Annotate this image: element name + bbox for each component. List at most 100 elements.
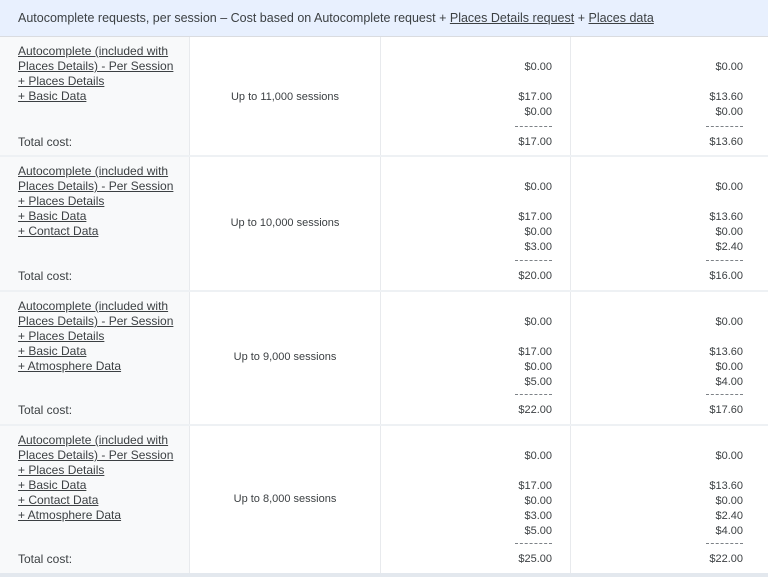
total-value: $22.00 [709, 553, 743, 565]
price-value: $0.00 [715, 450, 743, 462]
price-value: $3.00 [524, 241, 552, 253]
sessions-text: Up to 9,000 sessions [233, 351, 337, 363]
price-value: $3.00 [524, 510, 552, 522]
price-value: $0.00 [715, 316, 743, 328]
price-value: $17.00 [518, 480, 552, 492]
table-bottom-border [0, 573, 768, 577]
price-lines: $0.00 $17.00 $0.00 $5.00 [518, 315, 552, 390]
total-value: $17.00 [518, 136, 552, 148]
places-details-request-link[interactable]: Places Details request [450, 11, 574, 25]
sku-link-basic-data[interactable]: + Basic Data [18, 89, 178, 104]
sum-divider [515, 260, 552, 261]
total-value: $13.60 [709, 136, 743, 148]
sku-link-basic-data[interactable]: + Basic Data [18, 209, 178, 224]
price-cell-tier1: $0.00 $17.00 $0.00 $5.00 $22.00 [381, 292, 571, 425]
sessions-text: Up to 8,000 sessions [233, 493, 337, 505]
sku-list: Autocomplete (included with Places Detai… [18, 164, 178, 239]
price-value: $4.00 [715, 376, 743, 388]
sessions-cell: Up to 11,000 sessions [190, 37, 381, 156]
price-value: $0.00 [524, 361, 552, 373]
price-lines: $0.00 $17.00 $0.00 [518, 60, 552, 120]
sessions-text: Up to 10,000 sessions [230, 217, 340, 229]
sku-link-atmosphere-data[interactable]: + Atmosphere Data [18, 359, 178, 374]
sku-cell: Autocomplete (included with Places Detai… [0, 426, 190, 573]
sku-cell: Autocomplete (included with Places Detai… [0, 292, 190, 425]
sku-cell: Autocomplete (included with Places Detai… [0, 157, 190, 291]
price-value: $17.00 [518, 211, 552, 223]
sessions-cell: Up to 8,000 sessions [190, 426, 381, 573]
sku-link-places-details[interactable]: + Places Details [18, 194, 178, 209]
sku-link-places-details[interactable]: + Places Details [18, 463, 178, 478]
price-cell-tier1: $0.00 $17.00 $0.00 $3.00 $5.00 $25.00 [381, 426, 571, 573]
price-value: $2.40 [715, 241, 743, 253]
price-value: $13.60 [709, 211, 743, 223]
sum-divider [515, 126, 552, 127]
price-value: $0.00 [524, 316, 552, 328]
price-lines: $0.00 $13.60 $0.00 $4.00 [709, 315, 743, 390]
pricing-row: Autocomplete (included with Places Detai… [0, 292, 768, 425]
sku-link-basic-data[interactable]: + Basic Data [18, 344, 178, 359]
sku-link-autocomplete[interactable]: Autocomplete (included with Places Detai… [18, 433, 178, 463]
price-value: $0.00 [715, 361, 743, 373]
price-lines: $0.00 $13.60 $0.00 [709, 60, 743, 120]
sku-link-autocomplete[interactable]: Autocomplete (included with Places Detai… [18, 299, 178, 329]
total-value: $16.00 [709, 270, 743, 282]
sku-link-places-details[interactable]: + Places Details [18, 329, 178, 344]
section-header: Autocomplete requests, per session – Cos… [0, 0, 768, 37]
sessions-text: Up to 11,000 sessions [230, 91, 340, 103]
pricing-page: Autocomplete requests, per session – Cos… [0, 0, 768, 577]
sku-link-places-details[interactable]: + Places Details [18, 74, 178, 89]
pricing-row: Autocomplete (included with Places Detai… [0, 37, 768, 156]
sku-list: Autocomplete (included with Places Detai… [18, 299, 178, 374]
total-cost-label: Total cost: [18, 269, 73, 283]
total-cost-label: Total cost: [18, 552, 73, 566]
header-text: Autocomplete requests, per session – Cos… [18, 11, 450, 25]
price-cell-tier2: $0.00 $13.60 $0.00 $2.40 $4.00 $22.00 [571, 426, 768, 573]
price-value: $0.00 [524, 226, 552, 238]
sum-divider [706, 543, 743, 544]
sessions-cell: Up to 9,000 sessions [190, 292, 381, 425]
price-value: $5.00 [524, 525, 552, 537]
total-value: $25.00 [518, 553, 552, 565]
price-value: $0.00 [524, 450, 552, 462]
total-cost-label: Total cost: [18, 135, 73, 149]
price-cell-tier2: $0.00 $13.60 $0.00 $2.40 $16.00 [571, 157, 768, 291]
price-value: $5.00 [524, 376, 552, 388]
sum-divider [515, 543, 552, 544]
price-value: $0.00 [524, 181, 552, 193]
sku-link-contact-data[interactable]: + Contact Data [18, 493, 178, 508]
price-value: $17.00 [518, 91, 552, 103]
sku-list: Autocomplete (included with Places Detai… [18, 433, 178, 523]
price-lines: $0.00 $17.00 $0.00 $3.00 [518, 180, 552, 255]
price-lines: $0.00 $13.60 $0.00 $2.40 $4.00 [709, 449, 743, 539]
price-value: $2.40 [715, 510, 743, 522]
header-joiner: + [574, 11, 589, 25]
price-lines: $0.00 $13.60 $0.00 $2.40 [709, 180, 743, 255]
sum-divider [706, 260, 743, 261]
price-value: $13.60 [709, 91, 743, 103]
price-value: $0.00 [715, 181, 743, 193]
sum-divider [706, 394, 743, 395]
sum-divider [515, 394, 552, 395]
pricing-row: Autocomplete (included with Places Detai… [0, 426, 768, 573]
places-data-link[interactable]: Places data [588, 11, 653, 25]
sku-link-atmosphere-data[interactable]: + Atmosphere Data [18, 508, 178, 523]
price-value: $4.00 [715, 525, 743, 537]
price-value: $17.00 [518, 346, 552, 358]
price-value: $13.60 [709, 480, 743, 492]
sku-list: Autocomplete (included with Places Detai… [18, 44, 178, 104]
sku-cell: Autocomplete (included with Places Detai… [0, 37, 190, 156]
total-value: $17.60 [709, 404, 743, 416]
total-value: $22.00 [518, 404, 552, 416]
sku-link-autocomplete[interactable]: Autocomplete (included with Places Detai… [18, 164, 178, 194]
sku-link-autocomplete[interactable]: Autocomplete (included with Places Detai… [18, 44, 178, 74]
price-value: $13.60 [709, 346, 743, 358]
price-lines: $0.00 $17.00 $0.00 $3.00 $5.00 [518, 449, 552, 539]
sum-divider [706, 126, 743, 127]
price-cell-tier2: $0.00 $13.60 $0.00 $13.60 [571, 37, 768, 156]
sku-link-basic-data[interactable]: + Basic Data [18, 478, 178, 493]
total-cost-label: Total cost: [18, 403, 73, 417]
sku-link-contact-data[interactable]: + Contact Data [18, 224, 178, 239]
price-value: $0.00 [524, 495, 552, 507]
total-value: $20.00 [518, 270, 552, 282]
